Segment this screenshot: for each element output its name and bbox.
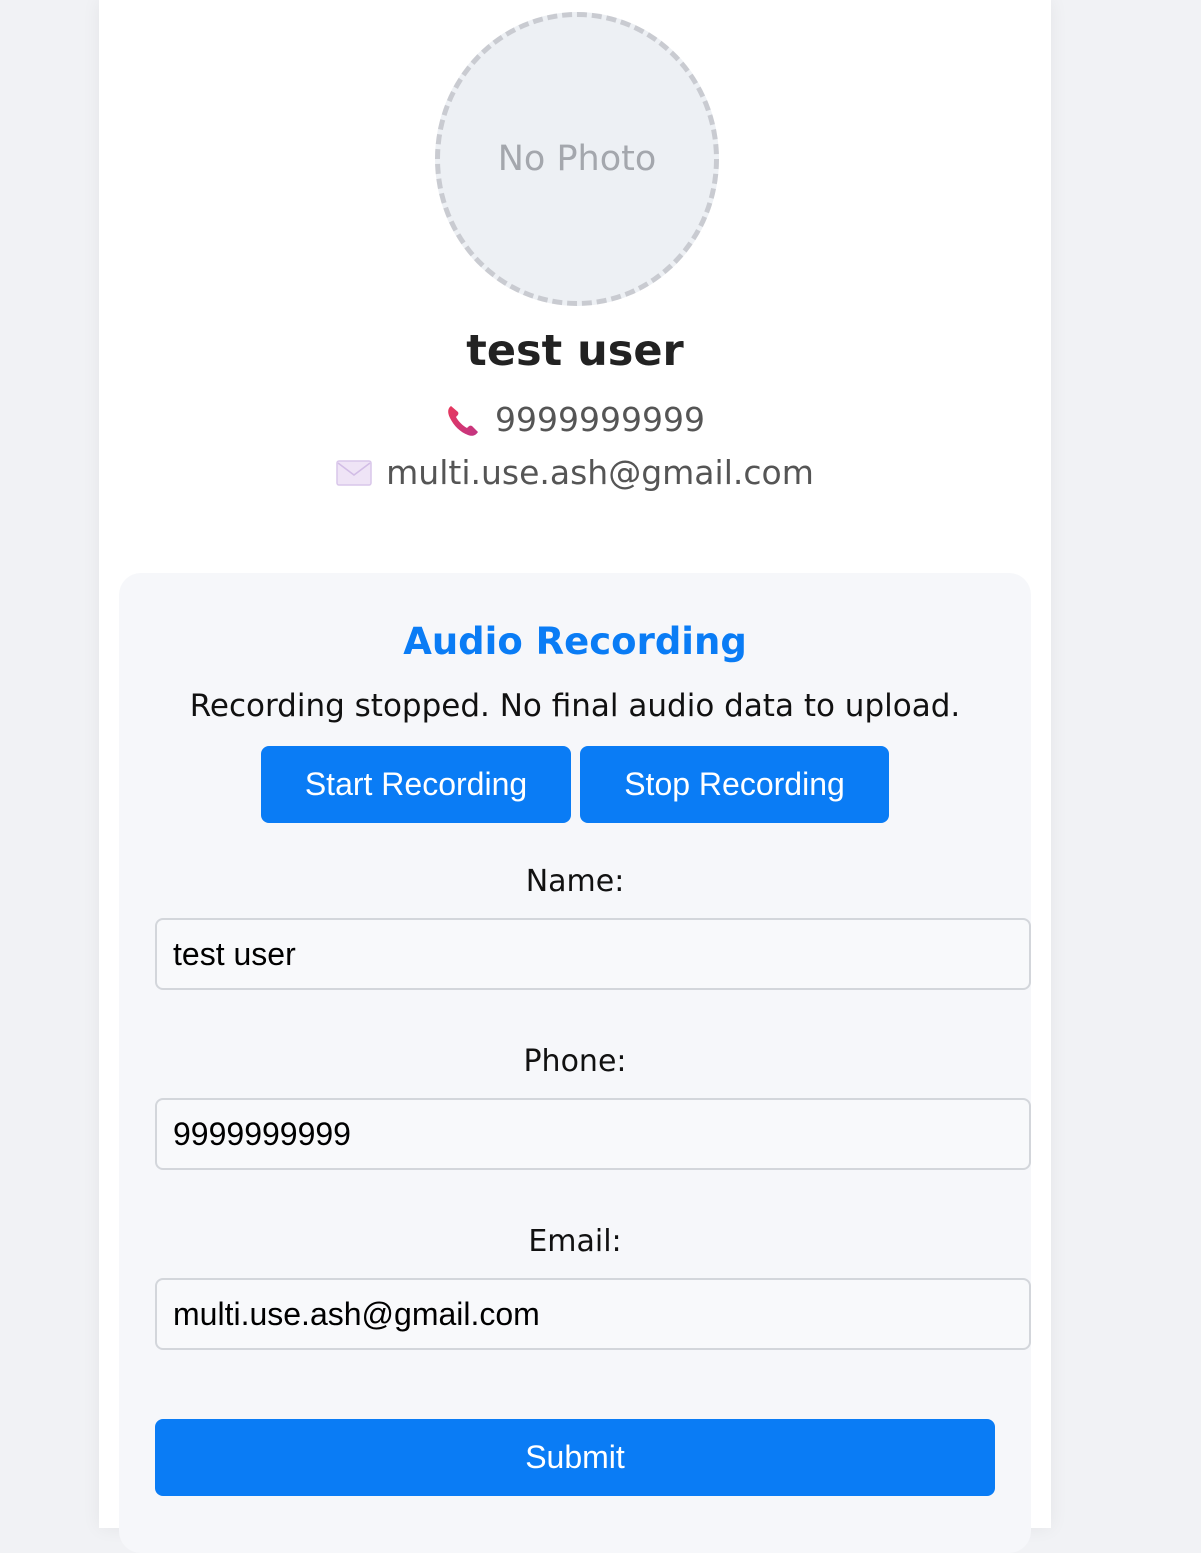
name-input[interactable]	[155, 918, 1031, 990]
profile-email-line: multi.use.ash@gmail.com	[99, 453, 1051, 492]
email-label: Email:	[528, 1224, 622, 1259]
profile-phone-text: 9999999999	[495, 400, 705, 439]
name-label: Name:	[525, 864, 625, 899]
stop-recording-button[interactable]: Stop Recording	[580, 746, 889, 823]
phone-input[interactable]	[155, 1098, 1031, 1170]
email-input[interactable]	[155, 1278, 1031, 1350]
telephone-receiver-icon	[445, 402, 481, 438]
avatar-placeholder: No Photo	[435, 12, 719, 306]
submit-button[interactable]: Submit	[155, 1419, 995, 1496]
profile-phone-line: 9999999999	[99, 400, 1051, 439]
profile-name: test user	[466, 326, 684, 376]
recording-status: Recording stopped. No final audio data t…	[189, 688, 961, 724]
profile-email-text: multi.use.ash@gmail.com	[386, 453, 814, 492]
recording-title: Audio Recording	[403, 620, 747, 663]
start-recording-button[interactable]: Start Recording	[261, 746, 571, 823]
phone-label: Phone:	[523, 1044, 627, 1079]
avatar-placeholder-text: No Photo	[497, 139, 657, 179]
envelope-icon	[336, 455, 372, 491]
